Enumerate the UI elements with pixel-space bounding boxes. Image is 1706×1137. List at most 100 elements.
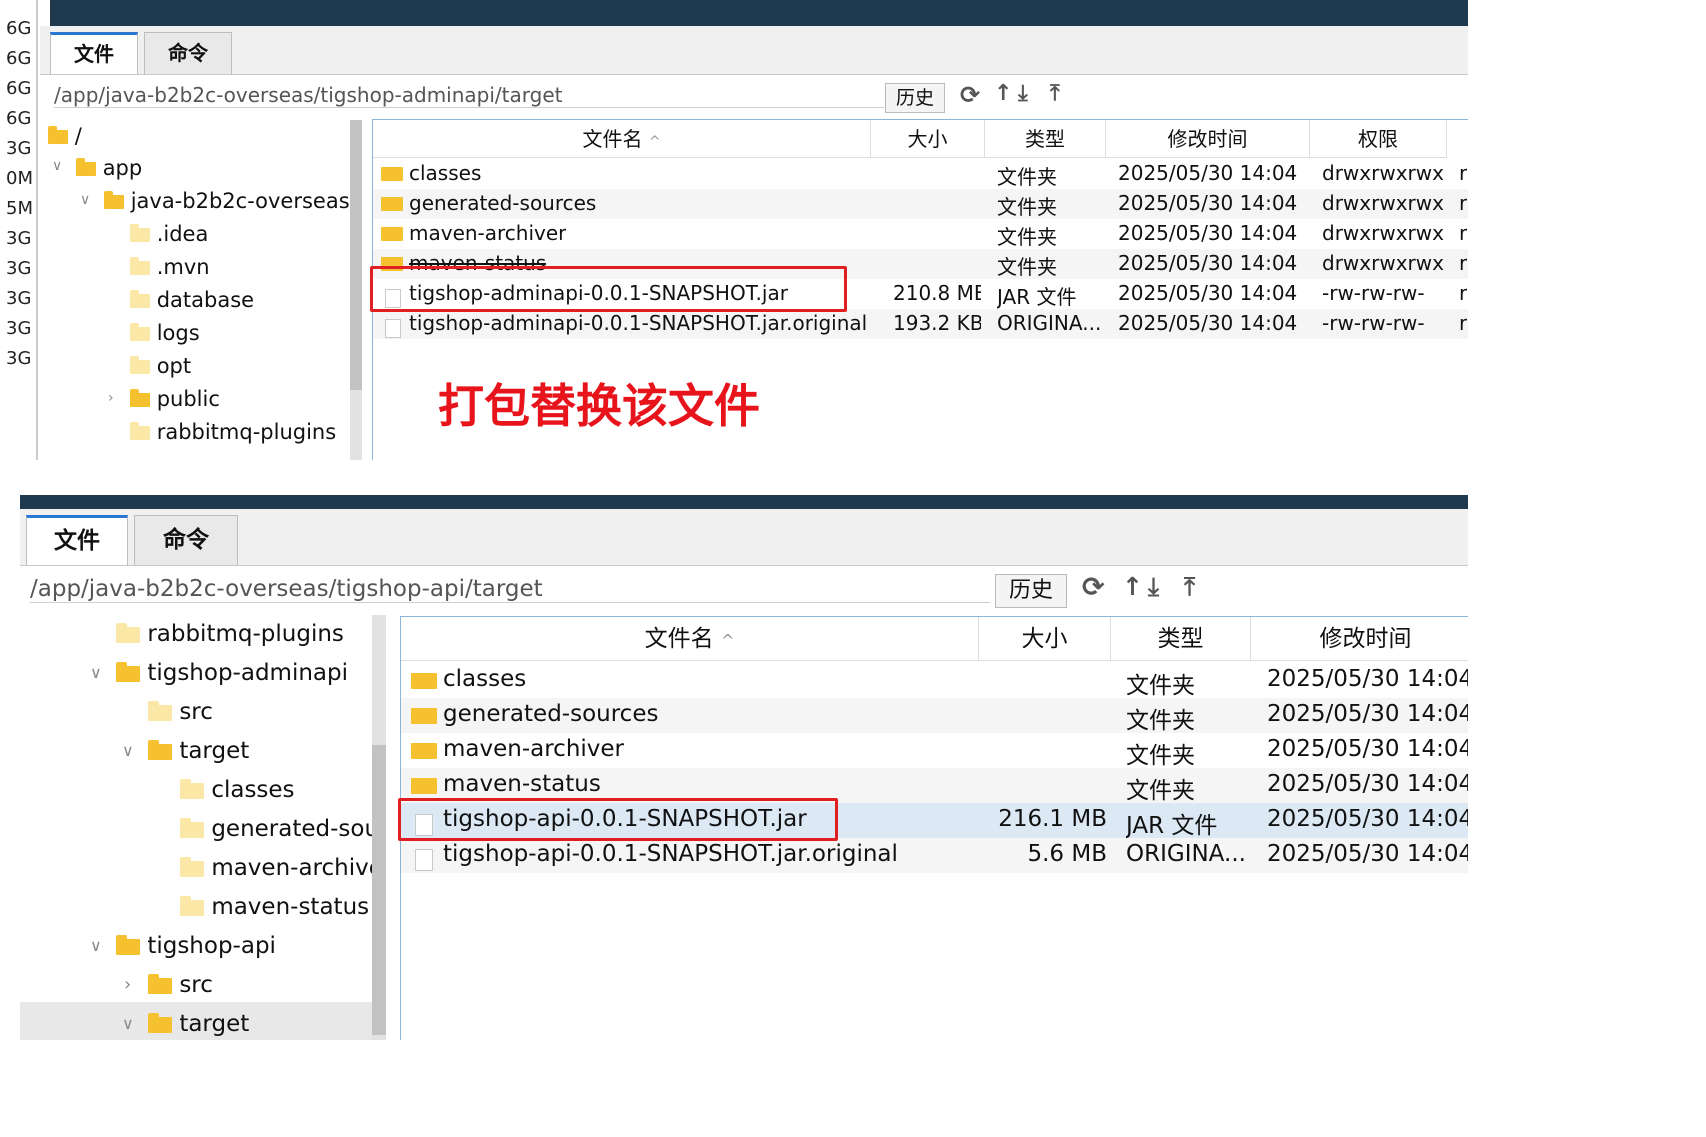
- chevron-down-icon[interactable]: ∨: [80, 192, 90, 208]
- download-icon[interactable]: ⤓: [1018, 81, 1028, 106]
- tree-item[interactable]: database: [130, 288, 254, 312]
- tree-item[interactable]: /: [48, 124, 82, 148]
- path-input[interactable]: /app/java-b2b2c-overseas/tigshop-api/tar…: [30, 576, 990, 603]
- tab-files[interactable]: 文件: [26, 515, 128, 565]
- tree-item-selected[interactable]: target: [148, 1011, 249, 1037]
- tree-item[interactable]: rabbitmq-plugins: [130, 420, 336, 444]
- tree-item[interactable]: tigshop-api: [116, 933, 276, 959]
- scrollbar-thumb[interactable]: [372, 745, 386, 1035]
- tree-scrollbar[interactable]: [350, 120, 362, 460]
- path-input[interactable]: /app/java-b2b2c-overseas/tigshop-adminap…: [54, 83, 884, 108]
- folder-icon: [180, 778, 204, 799]
- table-row[interactable]: tigshop-adminapi-0.0.1-SNAPSHOT.jar.orig…: [373, 309, 1468, 339]
- tree-item-label: src: [179, 972, 213, 998]
- chevron-down-icon[interactable]: ∨: [122, 1014, 134, 1033]
- tree-item[interactable]: tigshop-adminapi: [116, 660, 348, 686]
- tree-item[interactable]: classes: [180, 777, 295, 803]
- folder-icon: [130, 389, 150, 407]
- folder-icon: [148, 973, 172, 994]
- tree-item[interactable]: target: [148, 738, 249, 764]
- tree-item[interactable]: .mvn: [130, 255, 210, 279]
- tree-item[interactable]: .idea: [130, 222, 208, 246]
- row-permission: drwxrwxrwx: [1322, 221, 1444, 245]
- folder-icon: [411, 778, 437, 794]
- tree-item-label: java-b2b2c-overseas: [130, 189, 350, 213]
- tree-item-label: app: [102, 156, 143, 180]
- tree-item[interactable]: maven-archive: [180, 855, 372, 881]
- chevron-down-icon[interactable]: ∨: [90, 936, 102, 955]
- tree-item[interactable]: app: [76, 156, 142, 180]
- size-label: 6G: [6, 78, 32, 99]
- size-label: 3G: [6, 138, 32, 159]
- tree-item[interactable]: maven-status: [180, 894, 369, 920]
- row-type: 文件夹: [1126, 708, 1195, 734]
- tree-item[interactable]: rabbitmq-plugins: [116, 621, 344, 647]
- size-label: 3G: [6, 318, 32, 339]
- chevron-down-icon[interactable]: ∨: [90, 663, 102, 682]
- header-filename[interactable]: 文件名 ^: [401, 617, 979, 661]
- tree-item-label: maven-status: [211, 894, 370, 920]
- row-mtime: 2025/05/30 14:04: [1267, 841, 1468, 867]
- row-mtime: 2025/05/30 14:04: [1118, 221, 1298, 245]
- table-row[interactable]: generated-sources 文件夹 2025/05/30 14:04 d…: [373, 189, 1468, 219]
- tab-commands[interactable]: 命令: [134, 515, 238, 565]
- table-row[interactable]: tigshop-api-0.0.1-SNAPSHOT.jar.original …: [401, 838, 1468, 873]
- tree-item-label: opt: [156, 354, 192, 378]
- tree-item[interactable]: java-b2b2c-overseas: [104, 189, 350, 213]
- tree-item[interactable]: opt: [130, 354, 191, 378]
- tab-commands[interactable]: 命令: [144, 32, 232, 74]
- chevron-down-icon[interactable]: ∨: [122, 741, 134, 760]
- row-mtime: 2025/05/30 14:04: [1118, 311, 1298, 335]
- folder-icon: [116, 661, 140, 682]
- upload-icon[interactable]: ⤒: [1050, 81, 1060, 106]
- table-row[interactable]: maven-archiver 文件夹 2025/05/30 14:04 drwx…: [373, 219, 1468, 249]
- size-label: 3G: [6, 228, 32, 249]
- header-mtime[interactable]: 修改时间: [1106, 120, 1310, 158]
- chevron-right-icon[interactable]: ›: [108, 390, 114, 406]
- size-label: 6G: [6, 108, 32, 129]
- size-label: 3G: [6, 348, 32, 369]
- tab-files[interactable]: 文件: [50, 32, 138, 74]
- refresh-icon[interactable]: ⟳: [1082, 572, 1105, 603]
- tree-item[interactable]: logs: [130, 321, 200, 345]
- header-mtime[interactable]: 修改时间: [1251, 617, 1468, 661]
- tree-item[interactable]: public: [130, 387, 220, 411]
- folder-icon: [130, 224, 150, 242]
- row-extra: r: [1459, 221, 1468, 245]
- download-icon[interactable]: ⤓: [1148, 572, 1159, 602]
- path-row: /app/java-b2b2c-overseas/tigshop-adminap…: [40, 75, 1468, 115]
- annotation-text: 打包替换该文件: [438, 379, 760, 433]
- header-filename[interactable]: 文件名 ^: [373, 120, 871, 158]
- header-type[interactable]: 类型: [985, 120, 1106, 158]
- tree-item[interactable]: generated-sou: [180, 816, 372, 842]
- table-row[interactable]: maven-archiver 文件夹 2025/05/30 14:04: [401, 733, 1468, 769]
- table-row[interactable]: classes 文件夹 2025/05/30 14:04: [401, 663, 1468, 699]
- tree-item[interactable]: src: [148, 699, 213, 725]
- header-type[interactable]: 类型: [1111, 617, 1251, 661]
- row-extra: r: [1459, 161, 1468, 185]
- folder-icon: [130, 257, 150, 275]
- size-label: 3G: [6, 288, 32, 309]
- tree-scrollbar[interactable]: [372, 615, 386, 1040]
- folder-icon: [381, 227, 403, 241]
- up-icon[interactable]: ↑: [1122, 572, 1143, 601]
- chevron-down-icon[interactable]: ∨: [52, 158, 62, 174]
- upload-icon[interactable]: ⤒: [1184, 572, 1195, 602]
- tree-item[interactable]: src: [148, 972, 213, 998]
- header-permission[interactable]: 权限: [1310, 120, 1447, 158]
- tree-item-label: generated-sou: [211, 816, 372, 842]
- scrollbar-thumb[interactable]: [350, 120, 362, 390]
- table-row[interactable]: generated-sources 文件夹 2025/05/30 14:04: [401, 698, 1468, 734]
- header-size[interactable]: 大小: [979, 617, 1111, 661]
- header-size[interactable]: 大小: [871, 120, 985, 158]
- folder-icon: [411, 673, 437, 689]
- up-icon[interactable]: ↑: [994, 81, 1012, 106]
- history-button[interactable]: 历史: [995, 574, 1067, 608]
- history-button[interactable]: 历史: [885, 83, 945, 113]
- table-row[interactable]: classes 文件夹 2025/05/30 14:04 drwxrwxrwx …: [373, 159, 1468, 189]
- chevron-right-icon[interactable]: ›: [124, 974, 131, 995]
- row-type: 文件夹: [997, 165, 1057, 189]
- refresh-icon[interactable]: ⟳: [960, 81, 980, 109]
- row-extra: r: [1459, 311, 1468, 335]
- row-name: maven-status: [443, 771, 601, 797]
